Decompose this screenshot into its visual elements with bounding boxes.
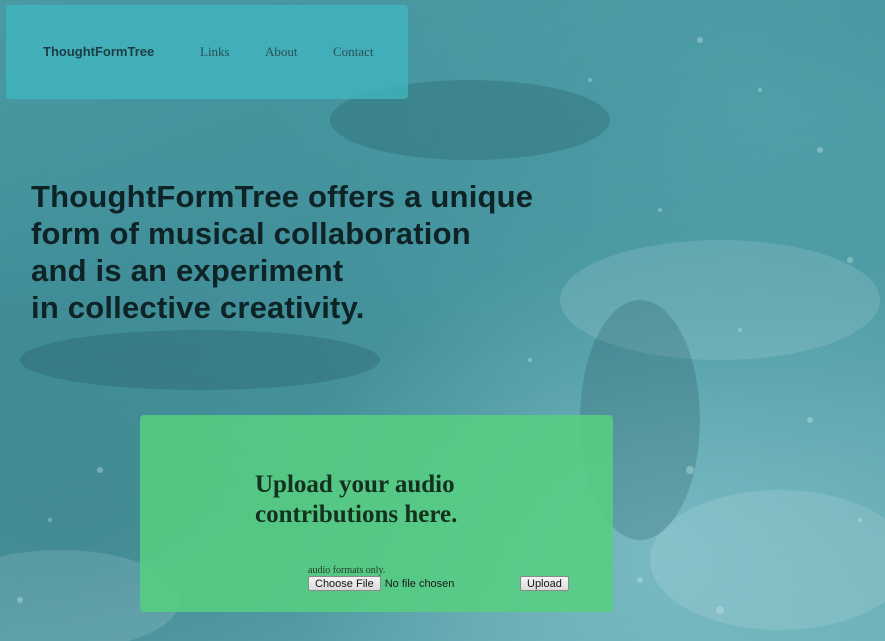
upload-title: Upload your audio contributions here.: [255, 470, 457, 530]
hero-line: ThoughtFormTree offers a unique: [31, 179, 534, 214]
formats-note: audio formats only.: [308, 565, 386, 576]
upload-title-line: contributions here.: [255, 501, 458, 528]
nav-link-links[interactable]: Links: [200, 44, 230, 60]
hero-line: and is an experiment: [31, 253, 344, 288]
choose-file-button[interactable]: Choose File: [308, 576, 381, 591]
upload-title-line: Upload your audio: [255, 471, 455, 498]
top-navbar: ThoughtFormTree Links About Contact: [6, 5, 408, 99]
file-status: No file chosen: [384, 577, 455, 590]
upload-button[interactable]: Upload: [520, 576, 569, 591]
upload-card: Upload your audio contributions here. au…: [140, 415, 613, 612]
nav-link-contact[interactable]: Contact: [333, 44, 373, 60]
nav-link-about[interactable]: About: [265, 44, 298, 60]
brand-link[interactable]: ThoughtFormTree: [43, 44, 154, 59]
hero-line: in collective creativity.: [31, 290, 365, 325]
hero-line: form of musical collaboration: [31, 216, 471, 251]
file-input[interactable]: Choose File No file chosen: [308, 576, 454, 591]
hero-heading: ThoughtFormTree offers a unique form of …: [31, 178, 533, 326]
